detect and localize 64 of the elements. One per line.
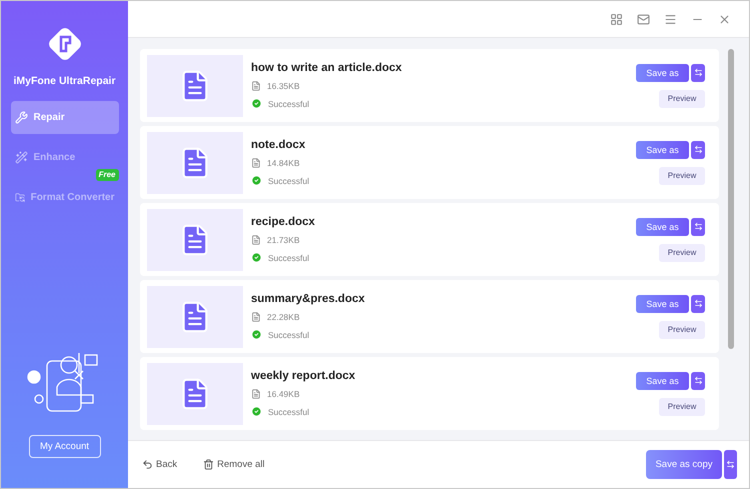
file-size: 14.84KB <box>267 158 300 168</box>
preview-button[interactable]: Preview <box>659 90 705 108</box>
status-text: Successful <box>268 252 310 262</box>
swap-arrows-icon <box>694 145 702 154</box>
save-as-button[interactable]: Save as <box>636 372 689 390</box>
save-as-button[interactable]: Save as <box>636 294 689 312</box>
scrollbar[interactable] <box>728 49 734 349</box>
undo-arrow-icon <box>142 459 153 470</box>
swap-arrows-icon <box>694 376 702 385</box>
success-icon <box>251 406 262 417</box>
swap-button[interactable] <box>691 372 705 390</box>
success-icon <box>251 329 262 340</box>
swap-arrows-icon <box>694 222 702 231</box>
file-name: recipe.docx <box>251 216 316 228</box>
file-size: 22.28KB <box>267 312 300 322</box>
success-icon <box>251 98 262 109</box>
save-as-button[interactable]: Save as <box>636 218 689 236</box>
app-name: iMyFone UltraRepair <box>13 75 116 87</box>
trash-icon <box>203 459 214 470</box>
swap-button[interactable] <box>691 294 705 312</box>
remove-all-button[interactable]: Remove all <box>203 459 265 470</box>
success-icon <box>251 252 262 263</box>
magic-wand-icon <box>14 151 28 164</box>
file-size-icon <box>251 312 261 322</box>
swap-arrows-icon <box>694 299 702 308</box>
preview-button[interactable]: Preview <box>659 320 705 338</box>
file-name: note.docx <box>251 139 306 151</box>
file-size: 21.73KB <box>267 235 300 245</box>
file-size-icon <box>251 81 261 91</box>
status-text: Successful <box>268 330 310 340</box>
menu-icon[interactable] <box>664 12 677 26</box>
file-name: summary&pres.docx <box>251 293 366 305</box>
swap-button[interactable] <box>691 64 705 82</box>
sidebar-item[interactable]: Repair <box>10 101 118 134</box>
file-size-icon <box>251 158 261 168</box>
preview-button[interactable]: Preview <box>659 166 705 184</box>
mail-icon[interactable] <box>637 12 650 26</box>
save-as-button[interactable]: Save as <box>636 64 689 82</box>
preview-button[interactable]: Preview <box>659 244 705 262</box>
swap-arrows-icon <box>694 68 702 77</box>
back-button[interactable]: Back <box>142 459 178 470</box>
swap-button[interactable] <box>724 450 737 479</box>
wrench-icon <box>14 111 28 124</box>
status-text: Successful <box>268 406 310 416</box>
grid-icon[interactable] <box>610 12 623 26</box>
status-text: Successful <box>268 176 310 186</box>
swap-arrows-icon <box>726 460 735 469</box>
success-icon <box>251 175 262 186</box>
file-size-icon <box>251 389 261 399</box>
save-as-copy-button[interactable]: Save as copy <box>646 450 722 479</box>
preview-button[interactable]: Preview <box>659 398 705 416</box>
file-size-icon <box>251 235 261 245</box>
swap-button[interactable] <box>691 218 705 236</box>
save-as-button[interactable]: Save as <box>636 140 689 158</box>
free-badge: Free <box>96 169 118 181</box>
folder-icon <box>14 191 25 204</box>
swap-button[interactable] <box>691 140 705 158</box>
file-name: how to write an article.docx <box>251 62 403 74</box>
my-account-button[interactable]: My Account <box>28 435 100 458</box>
close-icon[interactable] <box>718 12 731 26</box>
file-size: 16.35KB <box>267 81 300 91</box>
file-name: weekly report.docx <box>251 370 356 382</box>
file-size: 16.49KB <box>267 389 300 399</box>
status-text: Successful <box>268 98 310 108</box>
